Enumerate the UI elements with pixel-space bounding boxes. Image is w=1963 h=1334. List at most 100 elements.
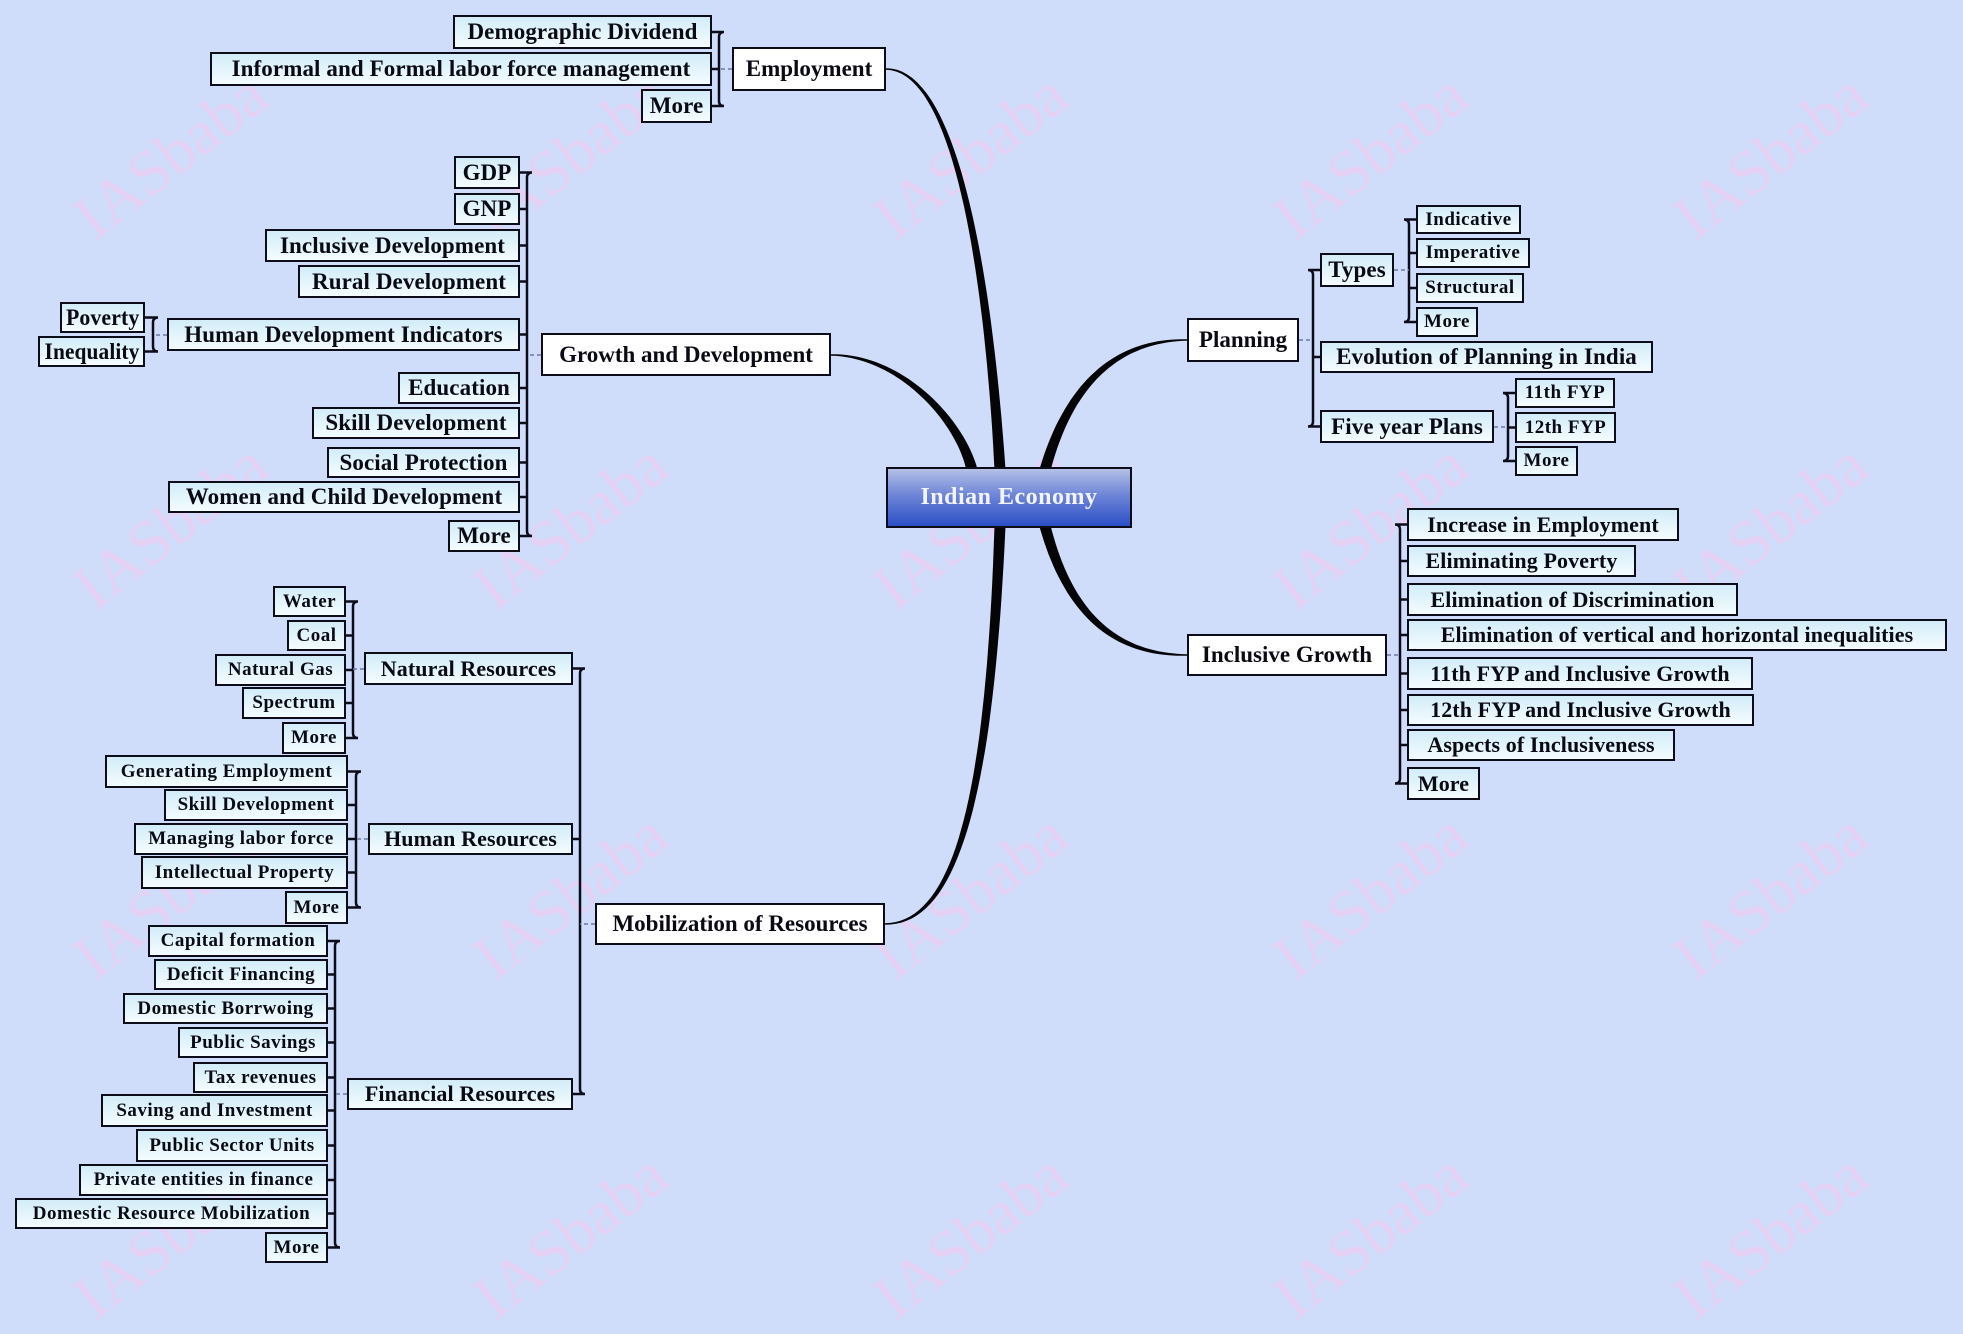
planning-child-types[interactable]: Types: [1320, 253, 1394, 287]
growth-child-more[interactable]: More: [448, 520, 520, 552]
financial-child-more[interactable]: More: [265, 1232, 328, 1263]
mobilization-child-natural-resources[interactable]: Natural Resources: [364, 652, 573, 685]
node-label: Aspects of Inclusiveness: [1427, 732, 1655, 757]
node-label: Education: [408, 375, 510, 400]
node-label: More: [273, 1236, 320, 1258]
node-label: More: [1523, 450, 1570, 471]
inclusive-child-aspects-of-inclusiveness[interactable]: Aspects of Inclusiveness: [1407, 729, 1675, 761]
human-child-more[interactable]: More: [285, 891, 348, 924]
growth-child-gnp[interactable]: GNP: [454, 193, 520, 225]
growth-child-inclusive-development[interactable]: Inclusive Development: [265, 229, 520, 262]
fyp-child-12th-fyp[interactable]: 12th FYP: [1515, 412, 1616, 443]
node-label: Demographic Dividend: [467, 19, 698, 44]
branch-employment[interactable]: Employment: [732, 47, 886, 91]
hdi-child-poverty[interactable]: Poverty: [60, 302, 145, 333]
edge-root-mobilization: [885, 525, 1006, 925]
node-label: More: [293, 896, 340, 918]
financial-child-tax-revenues[interactable]: Tax revenues: [193, 1062, 328, 1093]
financial-child-capital-formation[interactable]: Capital formation: [148, 925, 328, 957]
types-child-structural[interactable]: Structural: [1416, 273, 1524, 303]
node-label: 11th FYP and Inclusive Growth: [1430, 660, 1730, 686]
bracket-human: [348, 770, 368, 909]
growth-child-social-protection[interactable]: Social Protection: [327, 447, 520, 478]
mobilization-child-financial-resources[interactable]: Financial Resources: [347, 1078, 573, 1110]
inclusive-child-12th-fyp-and-inclusive-growth[interactable]: 12th FYP and Inclusive Growth: [1407, 694, 1754, 726]
branch-mobilization-of-resources[interactable]: Mobilization of Resources: [595, 903, 885, 945]
node-label: Generating Employment: [120, 760, 333, 782]
financial-child-private-entities-in-finance[interactable]: Private entities in finance: [79, 1164, 328, 1196]
node-label: Poverty: [65, 304, 140, 330]
branch-inclusive-growth[interactable]: Inclusive Growth: [1187, 634, 1387, 676]
bracket-inclusive: [1387, 523, 1407, 785]
financial-child-domestic-borrwoing[interactable]: Domestic Borrwoing: [123, 993, 328, 1024]
node-label: 11th FYP: [1524, 382, 1606, 403]
bracket-natural: [346, 600, 364, 740]
growth-child-human-development-indicators[interactable]: Human Development Indicators: [167, 318, 520, 351]
node-label: Domestic Resource Mobilization: [32, 1202, 311, 1224]
hdi-child-inequality[interactable]: Inequality: [38, 336, 145, 367]
financial-child-public-sector-units[interactable]: Public Sector Units: [136, 1129, 328, 1162]
bracket-growth: [520, 171, 541, 538]
growth-child-gdp[interactable]: GDP: [454, 156, 520, 189]
natural-child-coal[interactable]: Coal: [287, 620, 346, 651]
human-child-managing-labor-force[interactable]: Managing labor force: [134, 823, 348, 855]
employment-child-informal-and-formal-labor-force-management[interactable]: Informal and Formal labor force manageme…: [210, 52, 712, 86]
types-child-indicative[interactable]: Indicative: [1416, 205, 1521, 234]
node-label: More: [649, 93, 704, 118]
fyp-child-11th-fyp[interactable]: 11th FYP: [1515, 378, 1615, 408]
employment-child-more[interactable]: More: [641, 89, 712, 123]
node-label: Private entities in finance: [93, 1169, 314, 1190]
node-label: Inclusive Development: [279, 232, 506, 258]
node-label: More: [291, 727, 337, 748]
natural-child-spectrum[interactable]: Spectrum: [242, 687, 346, 719]
node-label: Social Protection: [339, 449, 508, 475]
node-label: Employment: [745, 56, 873, 81]
bracket-planning: [1299, 268, 1320, 428]
node-label: Managing labor force: [148, 828, 334, 849]
natural-child-more[interactable]: More: [282, 722, 346, 754]
growth-child-rural-development[interactable]: Rural Development: [298, 265, 520, 298]
node-label: Financial Resources: [364, 1081, 556, 1106]
natural-child-water[interactable]: Water: [273, 586, 346, 617]
financial-child-domestic-resource-mobilization[interactable]: Domestic Resource Mobilization: [15, 1198, 328, 1229]
bracket-bar: [573, 667, 586, 1096]
edge-root-growth: [831, 354, 978, 472]
node-label: Rural Development: [312, 268, 506, 294]
human-child-intellectual-property[interactable]: Intellectual Property: [141, 856, 348, 889]
node-label: Imperative: [1425, 242, 1521, 263]
financial-child-public-savings[interactable]: Public Savings: [178, 1027, 328, 1058]
branch-growth-and-development[interactable]: Growth and Development: [541, 333, 831, 376]
node-label: Natural Resources: [380, 655, 557, 681]
fyp-child-more[interactable]: More: [1515, 446, 1578, 476]
human-child-generating-employment[interactable]: Generating Employment: [105, 755, 348, 788]
human-child-skill-development[interactable]: Skill Development: [164, 789, 348, 821]
types-child-imperative[interactable]: Imperative: [1416, 238, 1530, 268]
natural-child-natural-gas[interactable]: Natural Gas: [215, 654, 346, 686]
node-label: Tax revenues: [204, 1066, 317, 1088]
financial-child-deficit-financing[interactable]: Deficit Financing: [154, 959, 328, 990]
inclusive-child-increase-in-employment[interactable]: Increase in Employment: [1407, 508, 1679, 541]
growth-child-skill-development[interactable]: Skill Development: [312, 407, 520, 439]
root-node[interactable]: Indian Economy: [886, 467, 1132, 528]
node-label: Types: [1328, 257, 1386, 282]
inclusive-child-elimination-of-discrimination[interactable]: Elimination of Discrimination: [1407, 583, 1738, 616]
node-label: Eliminating Poverty: [1425, 548, 1618, 573]
bracket-financial: [328, 939, 347, 1249]
planning-child-five-year-plans[interactable]: Five year Plans: [1320, 410, 1494, 443]
inclusive-child-elimination-of-vertical-and-horizontal-inequalities[interactable]: Elimination of vertical and horizontal i…: [1407, 619, 1947, 651]
node-label: Public Savings: [190, 1031, 316, 1053]
node-label: Saving and Investment: [116, 1099, 313, 1121]
inclusive-child-11th-fyp-and-inclusive-growth[interactable]: 11th FYP and Inclusive Growth: [1407, 657, 1753, 690]
employment-child-demographic-dividend[interactable]: Demographic Dividend: [453, 15, 712, 49]
inclusive-child-more[interactable]: More: [1407, 767, 1480, 800]
branch-planning[interactable]: Planning: [1187, 318, 1299, 362]
inclusive-child-eliminating-poverty[interactable]: Eliminating Poverty: [1407, 545, 1636, 577]
node-label: More: [1417, 770, 1470, 796]
growth-child-education[interactable]: Education: [398, 372, 520, 404]
planning-child-evolution-of-planning-in-india[interactable]: Evolution of Planning in India: [1320, 341, 1653, 373]
financial-child-saving-and-investment[interactable]: Saving and Investment: [101, 1094, 328, 1127]
types-child-more[interactable]: More: [1416, 307, 1478, 337]
mobilization-child-human-resources[interactable]: Human Resources: [368, 823, 573, 855]
node-label: Intellectual Property: [154, 861, 335, 883]
growth-child-women-and-child-development[interactable]: Women and Child Development: [168, 481, 520, 513]
